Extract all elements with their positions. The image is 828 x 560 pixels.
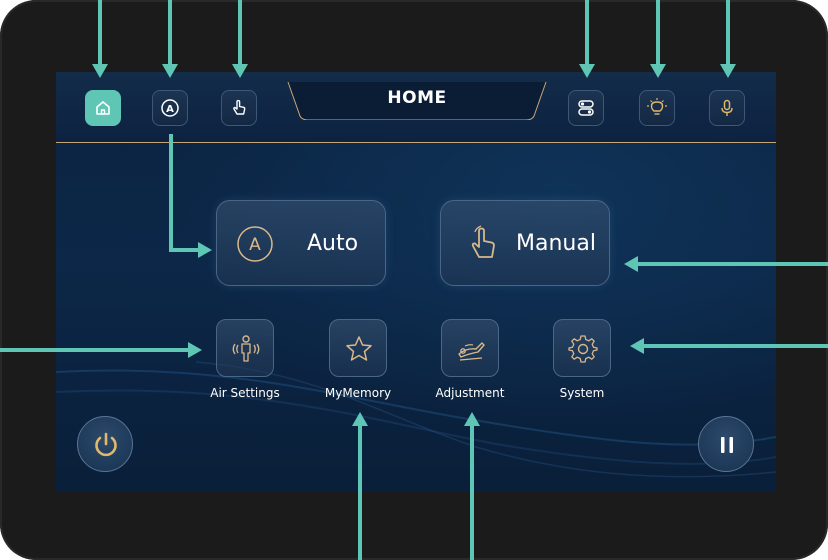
auto-tab-button[interactable]: A: [152, 90, 188, 126]
power-icon: [95, 432, 117, 457]
manual-label: Manual: [516, 231, 596, 256]
light-bulb-icon: [647, 98, 667, 115]
pause-button[interactable]: [698, 416, 754, 472]
light-button[interactable]: [639, 90, 675, 126]
recline-chair-icon: [458, 342, 485, 361]
home-screen: HOME A A Auto Manual Air Settings MyMemo…: [56, 72, 776, 492]
air-person-icon: [232, 335, 260, 362]
star-icon: [346, 336, 372, 361]
air-settings-label: Air Settings: [210, 386, 280, 400]
pause-icon: [721, 437, 733, 453]
hand-pointer-icon: [471, 225, 495, 258]
system-label: System: [559, 386, 605, 400]
toggle-button[interactable]: [568, 90, 604, 126]
page-title: HOME: [387, 88, 447, 108]
microphone-icon: [721, 99, 733, 116]
svg-text:A: A: [166, 104, 174, 115]
hand-pointer-icon: [233, 99, 246, 115]
adjustment-label: Adjustment: [435, 386, 505, 400]
auto-a-icon: A: [161, 99, 179, 117]
svg-text:A: A: [249, 235, 261, 255]
gear-icon: [568, 335, 598, 363]
mymemory-button[interactable]: [329, 319, 387, 377]
home-icon: [96, 101, 110, 115]
adjustment-button[interactable]: [441, 319, 499, 377]
voice-button[interactable]: [709, 90, 745, 126]
mymemory-label: MyMemory: [324, 386, 392, 400]
air-settings-button[interactable]: [216, 319, 274, 377]
toggle-switch-icon: [578, 100, 594, 116]
system-button[interactable]: [553, 319, 611, 377]
auto-label: Auto: [307, 231, 359, 256]
manual-tab-button[interactable]: [221, 90, 257, 126]
auto-button[interactable]: A Auto: [216, 200, 386, 286]
home-tab-button[interactable]: [85, 90, 121, 126]
top-bar: HOME A: [56, 72, 776, 143]
auto-a-icon: A: [237, 226, 273, 262]
power-button[interactable]: [77, 416, 133, 472]
manual-button[interactable]: Manual: [440, 200, 610, 286]
